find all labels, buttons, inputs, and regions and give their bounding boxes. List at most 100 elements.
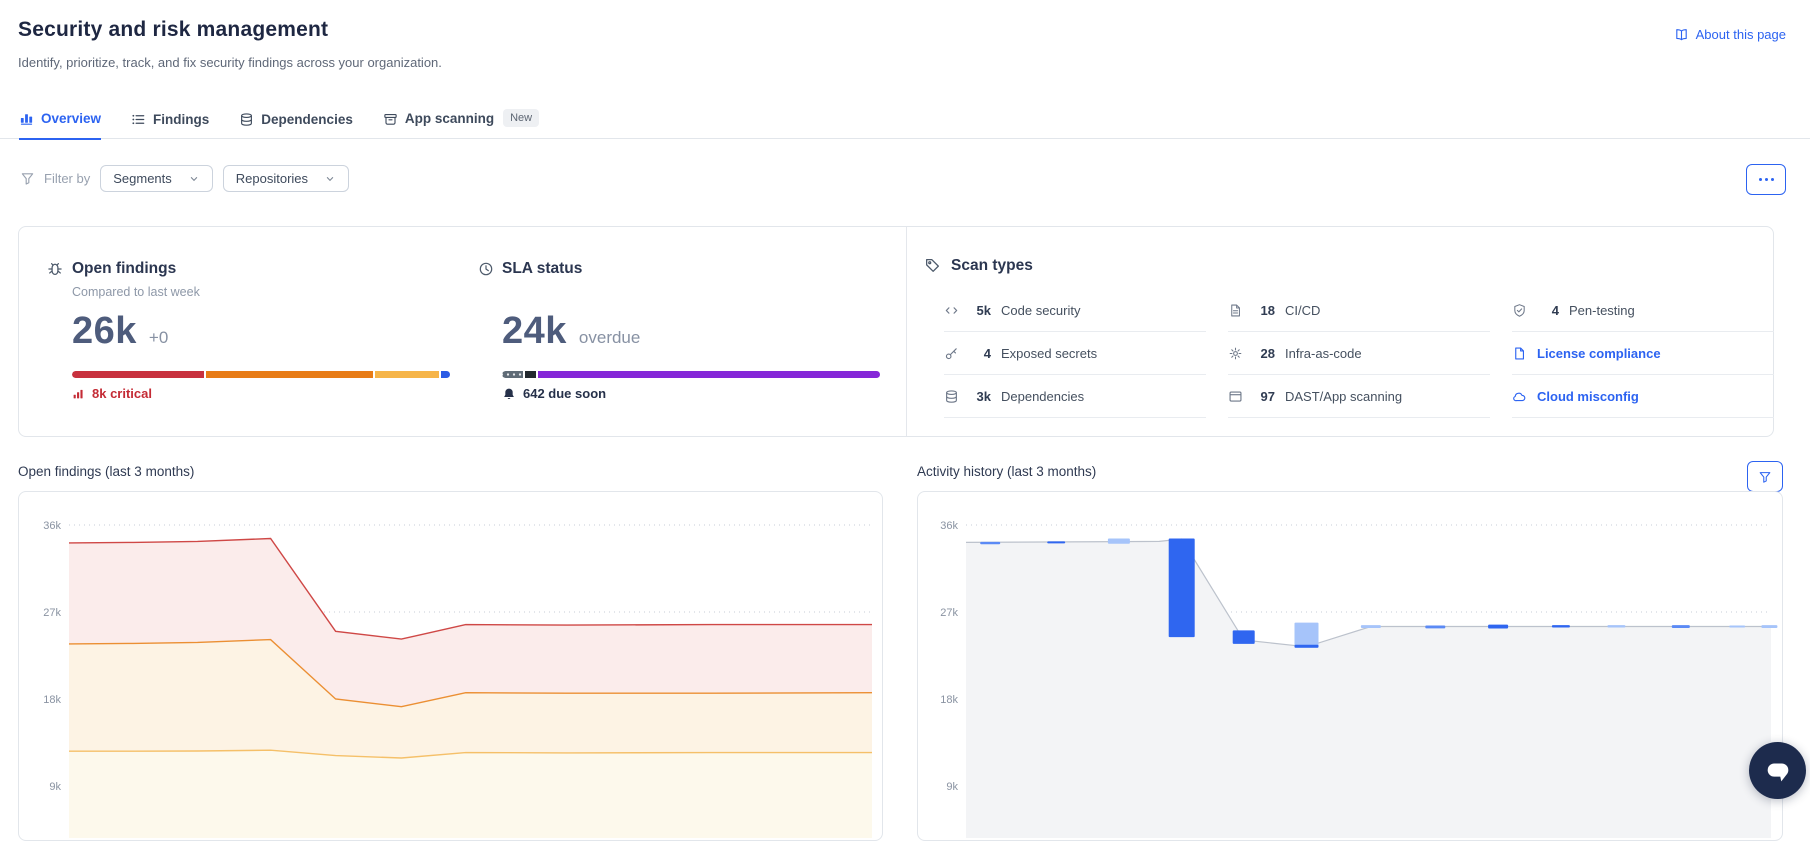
bug-icon [48, 262, 62, 276]
gear-icon [1229, 347, 1242, 359]
scan-type-count: 28 [1260, 345, 1275, 361]
y-tick-label: 36k [940, 520, 958, 532]
list-icon [132, 114, 145, 125]
open-findings-chart-card: 36k 27k 18k 9k [18, 491, 883, 841]
activity-history-bar-chart: 36k 27k 18k 9k [940, 520, 1778, 838]
activity-bar-12 [1671, 625, 1690, 628]
y-tick-label: 9k [49, 781, 61, 793]
scan-type-cloud-misconfig[interactable]: Cloud misconfig [1512, 375, 1774, 418]
tab-dependencies[interactable]: Dependencies [239, 112, 353, 139]
activity-bar-10 [1551, 625, 1570, 628]
chat-bubble-icon [1767, 763, 1788, 781]
page-title: Security and risk management [18, 18, 329, 41]
bar-segment-low [440, 371, 450, 378]
bar-segment-high [206, 371, 373, 378]
scan-type-count: 5k [976, 302, 991, 318]
activity-history-chart-section: Activity history (last 3 months) 36k 27k 1… [917, 461, 1783, 841]
shield-check-icon [1514, 303, 1525, 317]
tab-findings[interactable]: Findings [131, 112, 209, 139]
open-findings-chart-title: Open findings (last 3 months) [18, 464, 195, 479]
about-this-page-label: About this page [1695, 27, 1786, 42]
activity-bar-1 [980, 541, 1001, 545]
bar-segment-medium [374, 371, 439, 378]
y-tick-label: 27k [43, 607, 61, 619]
severity-breakdown-bar [72, 371, 450, 378]
scan-type-label: Pen-testing [1569, 302, 1635, 318]
activity-bar-11 [1607, 625, 1626, 628]
scan-type-label: Infra-as-code [1285, 345, 1362, 361]
card-vertical-divider [906, 227, 907, 436]
code-icon [945, 306, 958, 314]
sla-status-title: SLA status [502, 260, 583, 277]
scan-type-infra-as-code: 28 Infra-as-code [1228, 332, 1490, 375]
bar-segment-critical [72, 371, 205, 378]
activity-bar-6 [1294, 622, 1319, 648]
scan-type-dependencies: 3k Dependencies [944, 375, 1206, 418]
scan-type-label: Dependencies [1001, 388, 1085, 404]
tab-overview[interactable]: Overview [19, 111, 102, 140]
filter-dropdown-segments[interactable]: Segments [100, 165, 213, 192]
chevron-down-icon [326, 176, 334, 181]
key-icon [945, 347, 957, 359]
activity-bar-13 [1729, 625, 1746, 628]
file-icon [1515, 347, 1524, 359]
scan-types-grid: 5k Code security 18 CI/CD 4 Pen-testing 4 Expos… [944, 289, 1774, 418]
more-options-button[interactable] [1746, 164, 1786, 195]
scan-type-label: Exposed secrets [1001, 345, 1098, 361]
tab-app-scanning[interactable]: App scanning New [383, 109, 540, 139]
window-icon [1229, 390, 1242, 402]
filter-dropdown-repositories[interactable]: Repositories [222, 165, 350, 192]
due-soon-note: 642 due soon [502, 386, 606, 401]
sla-value-row: 24k overdue [502, 311, 640, 351]
signal-bars-icon [73, 389, 83, 399]
activity-bar-8 [1425, 625, 1446, 629]
activity-bar-4 [1168, 538, 1195, 638]
about-this-page-link[interactable]: About this page [1674, 27, 1786, 42]
scan-type-ci-cd: 18 CI/CD [1228, 289, 1490, 332]
book-icon [1675, 29, 1687, 41]
filter-by-label: Filter by [20, 171, 90, 186]
y-tick-label: 9k [946, 781, 958, 793]
filter-dropdowns: Segments Repositories [100, 165, 350, 192]
bar-segment-overdue [538, 371, 880, 378]
new-badge: New [503, 109, 540, 127]
open-findings-value-row: 26k +0 [72, 311, 168, 351]
scan-type-count: 3k [976, 388, 991, 404]
bar-chart-icon [20, 114, 33, 125]
activity-history-chart-card: 36k 27k 18k 9k [917, 491, 1783, 841]
y-tick-label: 27k [940, 607, 958, 619]
package-icon [384, 113, 397, 125]
scan-type-license-compliance[interactable]: License compliance [1512, 332, 1774, 375]
critical-note: 8k critical [72, 386, 152, 401]
scan-type-label: Cloud misconfig [1537, 388, 1639, 404]
filter-bar: Filter by Segments Repositories [20, 164, 350, 193]
open-findings-delta: +0 [148, 328, 169, 347]
activity-history-chart-title: Activity history (last 3 months) [917, 464, 1097, 479]
scan-type-count: 97 [1260, 388, 1275, 404]
scan-type-pen-testing: 4 Pen-testing [1512, 289, 1774, 332]
scan-type-label: DAST/App scanning [1285, 388, 1403, 404]
dropdown-label: Repositories [235, 171, 309, 186]
y-tick-label: 18k [43, 694, 61, 706]
activity-bar-14 [1761, 625, 1778, 628]
tab-label: Findings [153, 112, 210, 127]
database-icon [241, 113, 253, 126]
y-tick-label: 18k [940, 694, 958, 706]
tab-label: Overview [41, 111, 102, 126]
activity-bar-9 [1488, 624, 1509, 629]
sla-breakdown-bar [502, 371, 880, 378]
bar-segment-on-track [524, 371, 537, 378]
summary-card: Open findings Compared to last week 26k … [18, 226, 1774, 437]
bell-icon [504, 388, 514, 399]
activity-filter-button[interactable] [1747, 461, 1783, 492]
scan-type-dast-app-scanning: 97 DAST/App scanning [1228, 375, 1490, 418]
ellipsis-icon [1758, 178, 1762, 181]
chat-widget-button[interactable] [1749, 742, 1806, 799]
database-icon [946, 389, 957, 403]
bar-segment-paused [502, 371, 523, 378]
open-findings-subtitle: Compared to last week [72, 285, 200, 299]
open-findings-area-chart: 36k 27k 18k 9k [43, 520, 873, 838]
scan-type-label: License compliance [1537, 345, 1661, 361]
cloud-icon [1513, 392, 1526, 401]
security-dashboard-page: { "page": { "title": "Security and risk … [0, 0, 1810, 841]
